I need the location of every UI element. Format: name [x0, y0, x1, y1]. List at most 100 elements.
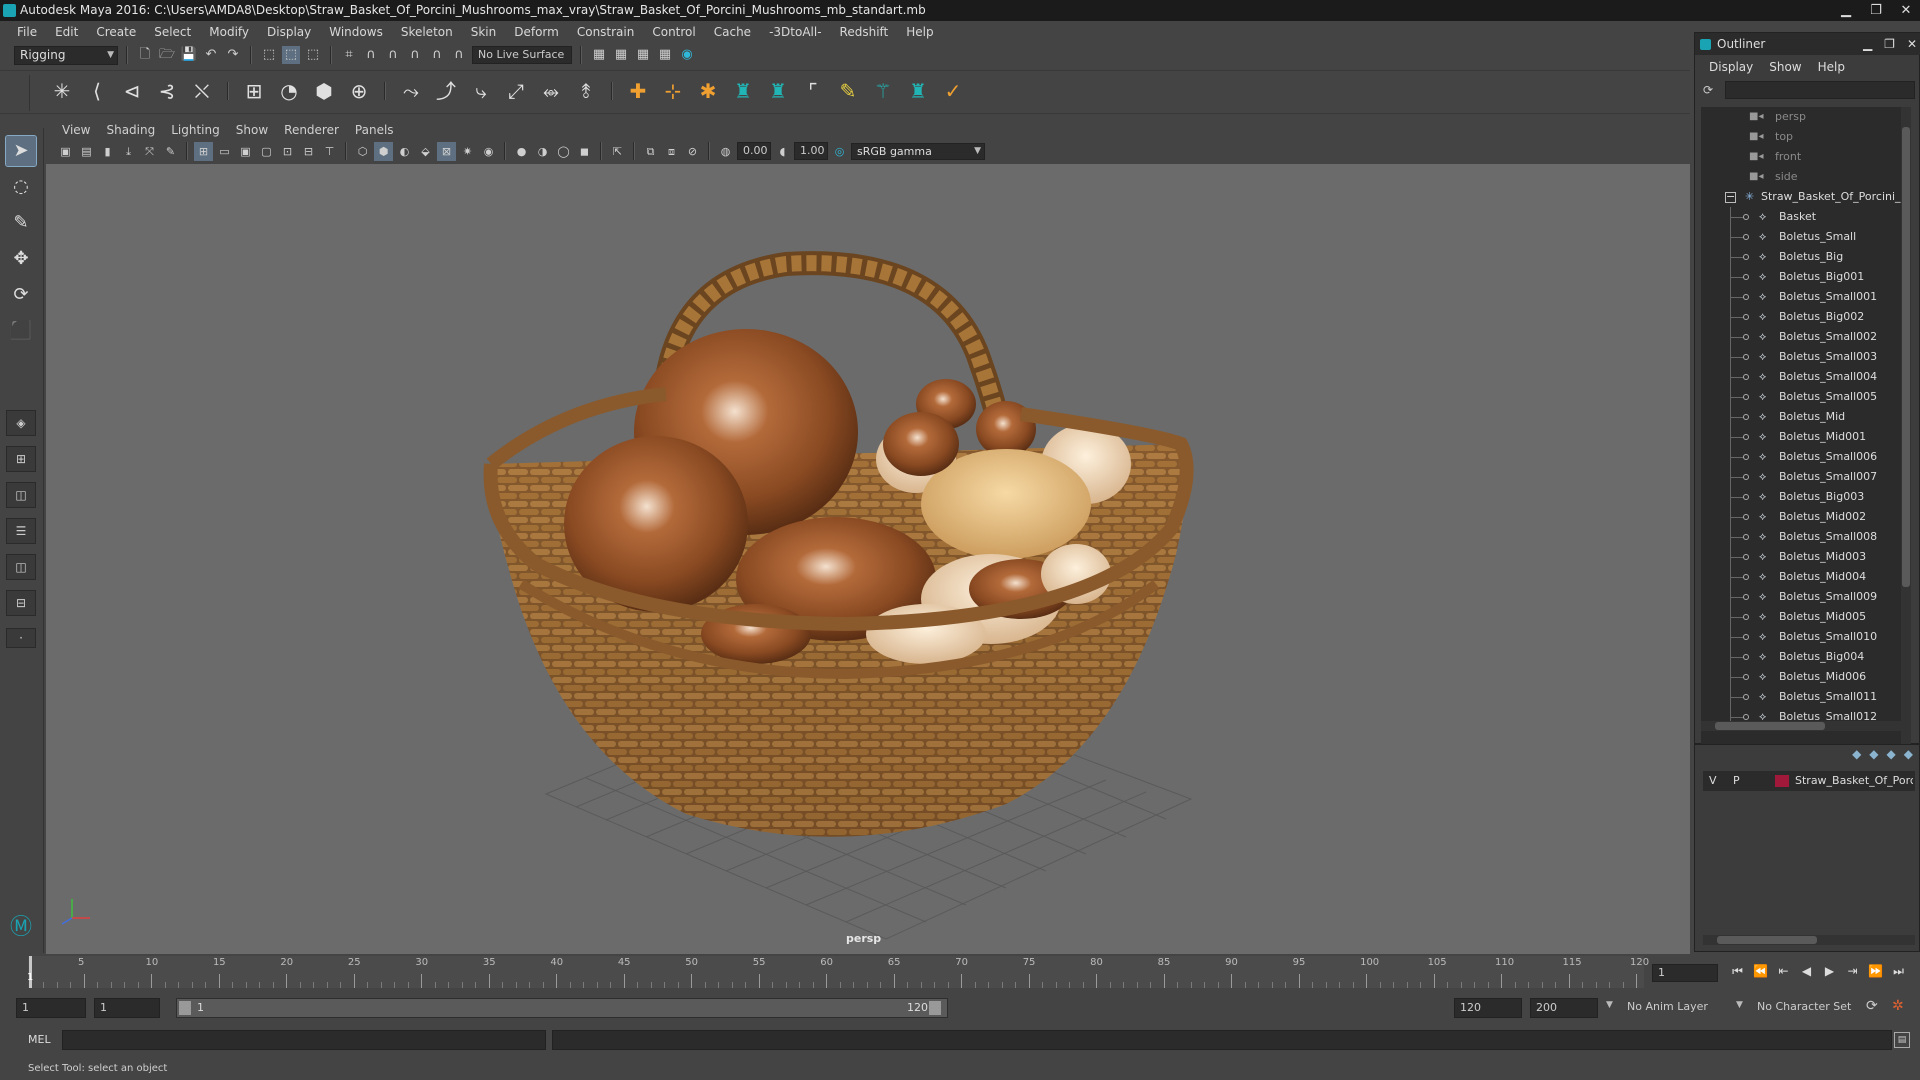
- menu-skeleton[interactable]: Skeleton: [392, 25, 462, 39]
- outliner-menu-display[interactable]: Display: [1701, 60, 1761, 74]
- outliner-search-input[interactable]: [1725, 81, 1915, 99]
- outliner-item-row[interactable]: ⟡ Boletus_Small005: [1701, 387, 1901, 407]
- outliner-item-row[interactable]: ⟡ Boletus_Mid: [1701, 407, 1901, 427]
- outliner-close-button[interactable]: ✕: [1907, 33, 1917, 55]
- expand-dot-icon[interactable]: [1743, 414, 1749, 420]
- paint-weights-icon[interactable]: ◔: [275, 77, 303, 105]
- bookmark-icon[interactable]: ▮: [98, 142, 117, 161]
- outliner-item-row[interactable]: ⟡ Boletus_Mid005: [1701, 607, 1901, 627]
- open-scene-icon[interactable]: 🗁: [158, 46, 176, 64]
- outliner-item-row[interactable]: ⟡ Boletus_Mid003: [1701, 547, 1901, 567]
- outliner-item-row[interactable]: ⟡ Boletus_Big: [1701, 247, 1901, 267]
- menu-cache[interactable]: Cache: [705, 25, 760, 39]
- outliner-item-row[interactable]: ⟡ Boletus_Small: [1701, 227, 1901, 247]
- menu-select[interactable]: Select: [145, 25, 200, 39]
- menu-skin[interactable]: Skin: [462, 25, 506, 39]
- expand-dot-icon[interactable]: [1743, 694, 1749, 700]
- joint-tool-icon[interactable]: ✳: [48, 77, 76, 105]
- character-icon[interactable]: ♜: [904, 77, 932, 105]
- rotate-tool-icon[interactable]: ⟳: [6, 280, 36, 310]
- expand-dot-icon[interactable]: [1743, 334, 1749, 340]
- grid-icon[interactable]: ⊞: [194, 141, 213, 161]
- backface-culling-icon[interactable]: ⊘: [683, 142, 702, 161]
- smooth-bind-icon[interactable]: ⊞: [240, 77, 268, 105]
- outliner-item-row[interactable]: ⟡ Boletus_Small002: [1701, 327, 1901, 347]
- check-icon[interactable]: ✓: [939, 77, 967, 105]
- aim-constraint-icon[interactable]: ⥈: [537, 77, 565, 105]
- exposure-icon[interactable]: ◍: [716, 142, 735, 161]
- playback-start-field[interactable]: 1: [94, 998, 160, 1018]
- command-language-label[interactable]: MEL: [28, 1033, 51, 1046]
- outliner-camera-persp[interactable]: ■◂ persp: [1701, 107, 1901, 127]
- menu-constrain[interactable]: Constrain: [568, 25, 644, 39]
- ipr-render-icon[interactable]: ▦: [634, 46, 652, 64]
- isolate-select-icon[interactable]: ⇱: [608, 142, 627, 161]
- skeleton-icon[interactable]: ✱: [694, 77, 722, 105]
- save-scene-icon[interactable]: 💾: [180, 46, 198, 64]
- menu-3dtoall[interactable]: -3DtoAll-: [760, 25, 830, 39]
- outliner-item-row[interactable]: ⟡ Boletus_Small006: [1701, 447, 1901, 467]
- layer-visibility-toggle[interactable]: V: [1709, 771, 1717, 791]
- xray-active-icon[interactable]: ⧈: [662, 142, 681, 161]
- layer-playback-toggle[interactable]: P: [1733, 771, 1740, 791]
- gamma-field[interactable]: 1.00: [794, 142, 828, 160]
- outliner-menu-help[interactable]: Help: [1810, 60, 1853, 74]
- scale-constraint-icon[interactable]: ⤢: [502, 77, 530, 105]
- restore-button[interactable]: ❐: [1866, 0, 1886, 21]
- outliner-item-row[interactable]: ⟡ Boletus_Small011: [1701, 687, 1901, 707]
- expand-dot-icon[interactable]: [1743, 554, 1749, 560]
- expand-dot-icon[interactable]: [1743, 514, 1749, 520]
- textured-icon[interactable]: ⬙: [416, 142, 435, 161]
- range-end-handle[interactable]: [929, 1001, 941, 1015]
- outliner-item-row[interactable]: ⟡ Boletus_Small010: [1701, 627, 1901, 647]
- panel-menu-shading[interactable]: Shading: [98, 123, 163, 137]
- two-pane-layout-icon[interactable]: ◫: [6, 482, 36, 508]
- play-forwards-icon[interactable]: ▶: [1820, 960, 1839, 982]
- script-editor-icon[interactable]: ▤: [1894, 1032, 1910, 1048]
- outliner-item-row[interactable]: ⟡ Boletus_Small001: [1701, 287, 1901, 307]
- live-surface-field[interactable]: No Live Surface: [472, 46, 572, 64]
- menu-deform[interactable]: Deform: [505, 25, 568, 39]
- auto-key-icon[interactable]: ⟳: [1866, 998, 1878, 1014]
- outliner-camera-side[interactable]: ■◂ side: [1701, 167, 1901, 187]
- depth-of-field-icon[interactable]: ◼: [575, 142, 594, 161]
- hypershade-layout-icon[interactable]: ⊟: [6, 590, 36, 616]
- expand-dot-icon[interactable]: [1743, 574, 1749, 580]
- anti-alias-icon[interactable]: ◯: [554, 142, 573, 161]
- range-bar[interactable]: 1 120: [176, 998, 948, 1018]
- exposure-field[interactable]: 0.00: [737, 142, 771, 160]
- expand-dot-icon[interactable]: [1743, 494, 1749, 500]
- safe-title-icon[interactable]: ⊤: [320, 142, 339, 161]
- new-layer-icon[interactable]: ◆: [1887, 747, 1896, 761]
- redo-icon[interactable]: ↷: [224, 46, 242, 64]
- paint-select-icon[interactable]: ✎: [6, 208, 36, 238]
- panel-menu-panels[interactable]: Panels: [347, 123, 402, 137]
- snap-grid-icon[interactable]: ⌗: [340, 46, 358, 64]
- outliner-item-row[interactable]: ⟡ Boletus_Big004: [1701, 647, 1901, 667]
- expand-dot-icon[interactable]: [1743, 254, 1749, 260]
- expand-dot-icon[interactable]: [1743, 314, 1749, 320]
- minimize-button[interactable]: ▁: [1836, 0, 1856, 21]
- time-slider-track[interactable]: 5 10 15 20 25 30 35 40 45 50 55 60 65 70 75 80 85 90 95 100…: [27, 956, 1649, 988]
- expand-dot-icon[interactable]: [1743, 534, 1749, 540]
- use-all-lights-icon[interactable]: ⊠: [437, 141, 456, 161]
- outliner-restore-button[interactable]: ❐: [1884, 33, 1895, 55]
- ik-spline-icon[interactable]: ⊲: [118, 77, 146, 105]
- outliner-item-row[interactable]: ⟡ Boletus_Mid004: [1701, 567, 1901, 587]
- step-back-frame-icon[interactable]: ⇤: [1774, 960, 1793, 982]
- outliner-vertical-scrollbar[interactable]: [1901, 107, 1911, 747]
- close-button[interactable]: ✕: [1896, 0, 1916, 21]
- step-forward-frame-icon[interactable]: ⇥: [1843, 960, 1862, 982]
- outliner-minimize-button[interactable]: ▁: [1863, 33, 1872, 55]
- xray-joints-icon[interactable]: ⧉: [641, 142, 660, 161]
- new-scene-icon[interactable]: 🗋: [136, 46, 154, 64]
- expand-dot-icon[interactable]: [1743, 654, 1749, 660]
- move-layer-up-icon[interactable]: ◆: [1852, 747, 1861, 761]
- orient-constraint-icon[interactable]: ⤷: [467, 77, 495, 105]
- expand-dot-icon[interactable]: [1743, 374, 1749, 380]
- chevron-down-icon[interactable]: ▼: [1736, 1000, 1743, 1010]
- lattice-icon[interactable]: ⬢: [310, 77, 338, 105]
- undo-icon[interactable]: ↶: [202, 46, 220, 64]
- ik-handle-icon[interactable]: ⟨: [83, 77, 111, 105]
- menu-edit[interactable]: Edit: [46, 25, 87, 39]
